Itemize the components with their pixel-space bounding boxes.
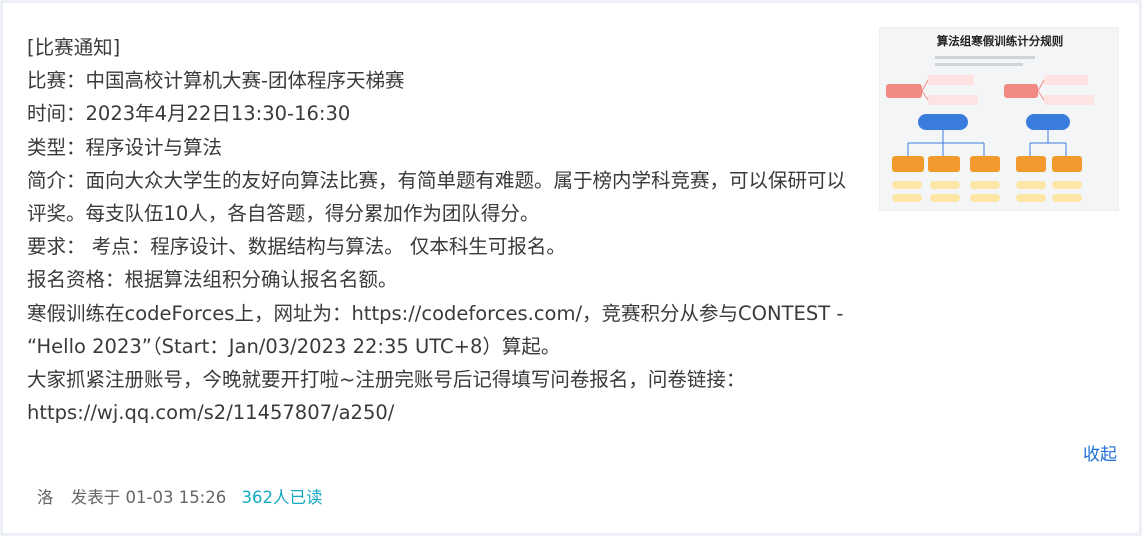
notice-heading: [比赛通知]: [27, 36, 121, 59]
notice-type: 类型：程序设计与算法: [27, 135, 223, 159]
flowchart-image-graphic: 算法组寒假训练计分规则: [886, 34, 1094, 202]
notice-contest: 比赛：中国高校计算机大赛-团体程序天梯赛: [27, 69, 405, 93]
notice-register: 大家抓紧注册账号，今晚就要开打啦~注册完账号后记得填写问卷报名，问卷链接：htt…: [27, 368, 746, 425]
notice-card: [比赛通知] 比赛：中国高校计算机大赛-团体程序天梯赛 时间：2023年4月22…: [2, 2, 1140, 534]
thumbnail-title: 算法组寒假训练计分规则: [936, 34, 1064, 48]
notice-body: [比赛通知] 比赛：中国高校计算机大赛-团体程序天梯赛 时间：2023年4月22…: [27, 31, 857, 429]
posted-time: 01-03 15:26: [125, 488, 227, 507]
post-footer: 洛 发表于 01-03 15:26 362人已读: [37, 484, 323, 508]
posted-prefix: 发表于: [70, 488, 121, 507]
notice-training: 寒假训练在codeForces上，网址为：https://codeforces.…: [27, 301, 844, 358]
notice-requirements: 要求： 考点：程序设计、数据结构与算法。 仅本科生可报名。: [27, 235, 566, 259]
notice-intro: 简介：面向大众大学生的友好向算法比赛，有简单题有难题。属于榜内学科竞赛，可以保研…: [27, 168, 847, 226]
flowchart-image[interactable]: 算法组寒假训练计分规则: [879, 27, 1119, 211]
notice-time: 时间：2023年4月22日13:30-16:30: [27, 102, 351, 126]
read-count[interactable]: 362人已读: [242, 488, 323, 507]
collapse-button[interactable]: 收起: [1083, 440, 1117, 465]
notice-eligibility: 报名资格：根据算法组积分确认报名名额。: [27, 268, 398, 292]
author-name[interactable]: 洛: [37, 488, 54, 507]
